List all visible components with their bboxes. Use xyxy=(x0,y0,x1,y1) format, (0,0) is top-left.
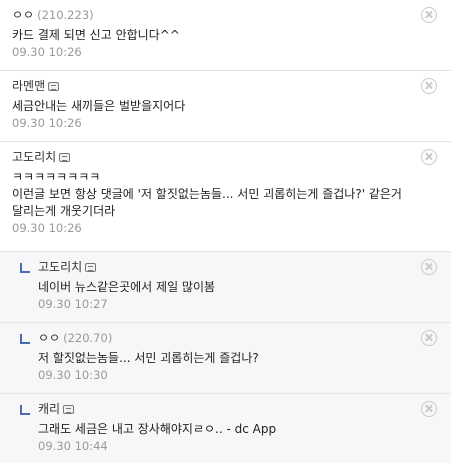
reply-item: 고도리치 네이버 뉴스같은곳에서 제일 많이봄 09.30 10:27 xyxy=(0,252,451,323)
reply-arrow-icon xyxy=(20,405,30,415)
comment-author: 고도리치 xyxy=(12,150,411,165)
author-ip: (210.223) xyxy=(37,8,94,22)
delete-comment-button[interactable] xyxy=(421,7,437,23)
delete-comment-button[interactable] xyxy=(421,330,437,346)
comment-date: 09.30 10:26 xyxy=(12,116,82,130)
reply-item: ㅇㅇ (220.70) 저 할짓없는놈들... 서민 괴롭히는게 즐겁나? 09.… xyxy=(0,323,451,394)
comment-author: 캐리 xyxy=(38,402,411,417)
author-nick[interactable]: 캐리 xyxy=(38,402,60,416)
delete-comment-button[interactable] xyxy=(421,78,437,94)
comment-author: 고도리치 xyxy=(38,260,411,275)
comment-author: ㅇㅇ (210.223) xyxy=(12,8,411,23)
comment-text: 세금안내는 새끼들은 벌받을지어다 xyxy=(12,99,186,113)
comment-item: ㅇㅇ (210.223) 카드 결제 되면 신고 안합니다^^ 09.30 10:… xyxy=(0,0,451,71)
reply-item: 캐리 그래도 세금은 내고 장사해야지ㄹㅇ.. - dc App 09.30 1… xyxy=(0,394,451,463)
comment-list: ㅇㅇ (210.223) 카드 결제 되면 신고 안합니다^^ 09.30 10:… xyxy=(0,0,451,463)
author-nick[interactable]: 라멘맨 xyxy=(12,79,45,93)
delete-comment-button[interactable] xyxy=(421,259,437,275)
reply-arrow-icon xyxy=(20,334,30,344)
comment-date: 09.30 10:30 xyxy=(38,368,108,382)
fixed-nick-icon xyxy=(48,82,60,91)
delete-comment-button[interactable] xyxy=(421,149,437,165)
fixed-nick-icon xyxy=(85,263,97,272)
comment-date: 09.30 10:27 xyxy=(38,297,108,311)
fixed-nick-icon xyxy=(63,405,75,414)
author-nick[interactable]: ㅇㅇ xyxy=(12,8,34,22)
reply-arrow-icon xyxy=(20,263,30,273)
comment-date: 09.30 10:26 xyxy=(12,221,82,235)
comment-text: 그래도 세금은 내고 장사해야지ㄹㅇ.. - dc App xyxy=(38,422,277,436)
comment-text: 카드 결제 되면 신고 안합니다^^ xyxy=(12,28,180,42)
delete-comment-button[interactable] xyxy=(421,401,437,417)
comment-text: 네이버 뉴스같은곳에서 제일 많이봄 xyxy=(38,280,216,294)
comment-date: 09.30 10:44 xyxy=(38,439,108,453)
author-ip: (220.70) xyxy=(63,331,113,345)
comment-text: ㅋㅋㅋㅋㅋㅋㅋㅋ 이런글 보면 항상 댓글에 '저 할짓없는놈들... 서민 괴… xyxy=(12,170,402,218)
fixed-nick-icon xyxy=(59,153,71,162)
comment-author: 라멘맨 xyxy=(12,79,411,94)
comment-text: 저 할짓없는놈들... 서민 괴롭히는게 즐겁나? xyxy=(38,351,259,365)
author-nick[interactable]: 고도리치 xyxy=(12,150,56,164)
author-nick[interactable]: ㅇㅇ xyxy=(38,331,60,345)
comment-author: ㅇㅇ (220.70) xyxy=(38,331,411,346)
comment-item: 고도리치 ㅋㅋㅋㅋㅋㅋㅋㅋ 이런글 보면 항상 댓글에 '저 할짓없는놈들...… xyxy=(0,142,451,252)
comment-item: 라멘맨 세금안내는 새끼들은 벌받을지어다 09.30 10:26 xyxy=(0,71,451,142)
comment-date: 09.30 10:26 xyxy=(12,45,82,59)
author-nick[interactable]: 고도리치 xyxy=(38,260,82,274)
